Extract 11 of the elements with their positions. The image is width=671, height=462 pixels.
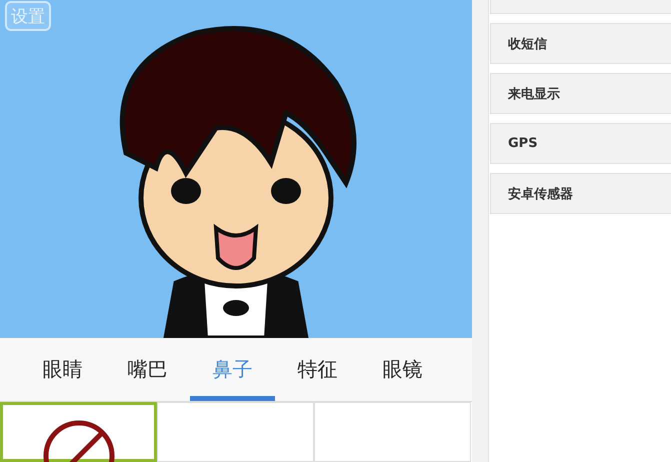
menu-item[interactable]: 收短信 xyxy=(490,23,671,64)
menu-item[interactable]: 安卓传感器 xyxy=(490,173,671,214)
tab[interactable]: 嘴巴 xyxy=(105,338,190,401)
menu-item[interactable]: GPS xyxy=(490,123,671,164)
option-tile[interactable] xyxy=(314,402,471,462)
option-tile[interactable] xyxy=(0,402,157,462)
menu-item[interactable]: 来电显示 xyxy=(490,73,671,114)
tab[interactable]: 眼镜 xyxy=(360,338,445,401)
tab[interactable]: 眼睛 xyxy=(20,338,105,401)
option-tile[interactable] xyxy=(157,402,314,462)
tab[interactable]: 特征 xyxy=(275,338,360,401)
